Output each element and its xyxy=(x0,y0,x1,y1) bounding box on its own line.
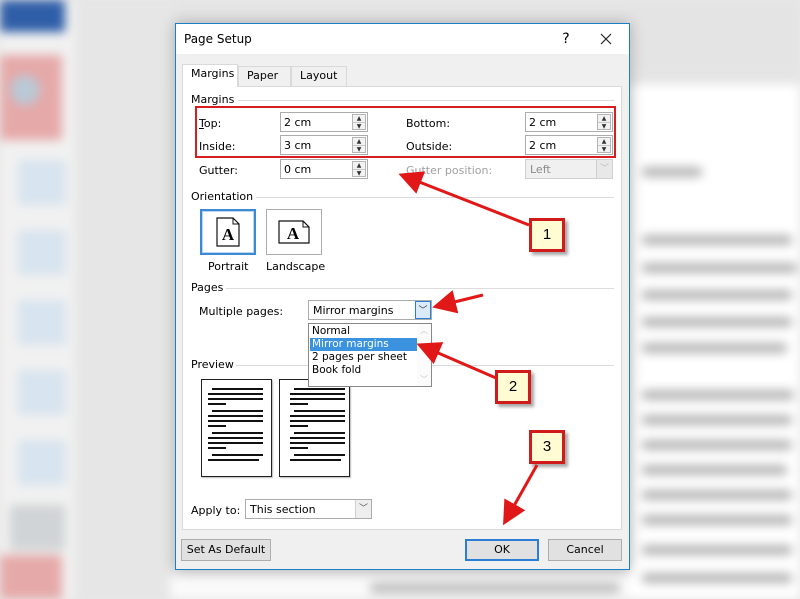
preview-page-left xyxy=(201,379,272,477)
landscape-label[interactable]: Landscape xyxy=(266,260,325,273)
landscape-page-icon: A xyxy=(278,220,310,244)
callout-1: 1 xyxy=(529,218,565,252)
option-mirror-margins[interactable]: Mirror margins xyxy=(310,338,418,351)
preview-text-line xyxy=(294,388,345,390)
preview-page-right xyxy=(279,379,350,477)
preview-text-line xyxy=(208,425,226,427)
preview-text-line xyxy=(290,393,345,395)
preview-text-line xyxy=(212,410,263,412)
svg-text:A: A xyxy=(222,225,235,244)
divider xyxy=(256,197,614,198)
preview-text-line xyxy=(212,454,263,456)
preview-text-line xyxy=(290,425,308,427)
ok-button[interactable]: OK xyxy=(465,539,539,561)
preview-text-line xyxy=(208,442,263,444)
apply-to-label: Apply to: xyxy=(191,504,241,517)
preview-text-line xyxy=(208,459,259,461)
preview-text-line xyxy=(208,447,226,449)
tab-paper[interactable]: Paper xyxy=(238,66,291,86)
portrait-button[interactable]: A xyxy=(200,209,256,255)
dialog-title: Page Setup xyxy=(184,32,252,46)
preview-text-line xyxy=(290,415,345,417)
close-icon xyxy=(600,33,612,45)
spin-down-icon[interactable]: ▼ xyxy=(353,169,365,177)
margins-group-label: Margins xyxy=(191,93,235,106)
gutter-spinner[interactable]: 0 cm ▲ ▼ xyxy=(280,159,368,179)
callout-2: 2 xyxy=(495,370,531,404)
option-2-pages-per-sheet[interactable]: 2 pages per sheet xyxy=(310,351,418,364)
chevron-down-icon[interactable]: ﹀ xyxy=(415,301,431,319)
multiple-pages-value: Mirror margins xyxy=(313,304,394,317)
orientation-group-label: Orientation xyxy=(191,190,254,203)
landscape-button[interactable]: A xyxy=(266,209,322,255)
scroll-up-icon[interactable]: ︿ xyxy=(417,325,431,336)
preview-text-line xyxy=(290,398,345,400)
pages-group-label: Pages xyxy=(191,281,224,294)
preview-text-line xyxy=(212,388,263,390)
gutter-position-select[interactable]: Left ﹀ xyxy=(525,159,613,179)
apply-to-value: This section xyxy=(250,503,316,516)
tab-margins[interactable]: Margins xyxy=(182,64,238,87)
preview-text-line xyxy=(294,410,345,412)
background-sidebar xyxy=(0,0,75,599)
margins-highlight-box xyxy=(195,106,616,158)
multiple-pages-dropdown-list: Normal Mirror margins 2 pages per sheet … xyxy=(308,323,432,387)
gutter-value[interactable]: 0 cm xyxy=(284,163,311,176)
multiple-pages-label: Multiple pages: xyxy=(199,305,284,318)
preview-text-line xyxy=(208,415,263,417)
help-button[interactable]: ? xyxy=(556,29,576,49)
background-navigation-pane xyxy=(75,0,175,599)
preview-text-line xyxy=(208,420,263,422)
tab-layout[interactable]: Layout xyxy=(291,66,347,86)
option-normal[interactable]: Normal xyxy=(310,325,418,338)
chevron-down-icon: ﹀ xyxy=(596,160,612,178)
chevron-down-icon[interactable]: ﹀ xyxy=(355,500,371,518)
gutter-position-label: Gutter position: xyxy=(406,164,493,177)
svg-text:A: A xyxy=(287,224,300,243)
callout-3: 3 xyxy=(529,430,565,464)
multiple-pages-select[interactable]: Mirror margins ﹀ xyxy=(308,300,432,320)
preview-text-line xyxy=(290,459,341,461)
preview-text-line xyxy=(208,437,263,439)
background-document xyxy=(630,85,800,599)
preview-text-line xyxy=(290,447,308,449)
preview-text-line xyxy=(290,420,345,422)
preview-text-line xyxy=(208,393,263,395)
preview-text-line xyxy=(294,454,345,456)
dropdown-scrollbar[interactable]: ︿ ﹀ xyxy=(417,324,431,386)
preview-text-line xyxy=(212,432,263,434)
apply-to-select[interactable]: This section ﹀ xyxy=(245,499,372,519)
spin-up-icon[interactable]: ▲ xyxy=(353,162,365,169)
preview-text-line xyxy=(208,398,263,400)
preview-text-line xyxy=(208,403,226,405)
title-bar: Page Setup ? xyxy=(176,24,629,54)
divider xyxy=(226,288,614,289)
set-as-default-button[interactable]: Set As Default xyxy=(181,539,271,561)
divider xyxy=(238,100,614,101)
close-button[interactable] xyxy=(594,28,618,50)
preview-text-line xyxy=(290,437,345,439)
preview-text-line xyxy=(294,432,345,434)
scroll-down-icon[interactable]: ﹀ xyxy=(417,374,431,385)
preview-text-line xyxy=(290,403,308,405)
option-book-fold[interactable]: Book fold xyxy=(310,364,418,377)
cancel-button[interactable]: Cancel xyxy=(548,539,622,561)
preview-group-label: Preview xyxy=(191,358,234,371)
portrait-page-icon: A xyxy=(216,217,240,247)
gutter-position-value: Left xyxy=(530,163,551,176)
preview-text-line xyxy=(290,442,345,444)
gutter-label: Gutter: xyxy=(199,164,238,177)
portrait-label[interactable]: Portrait xyxy=(208,260,248,273)
